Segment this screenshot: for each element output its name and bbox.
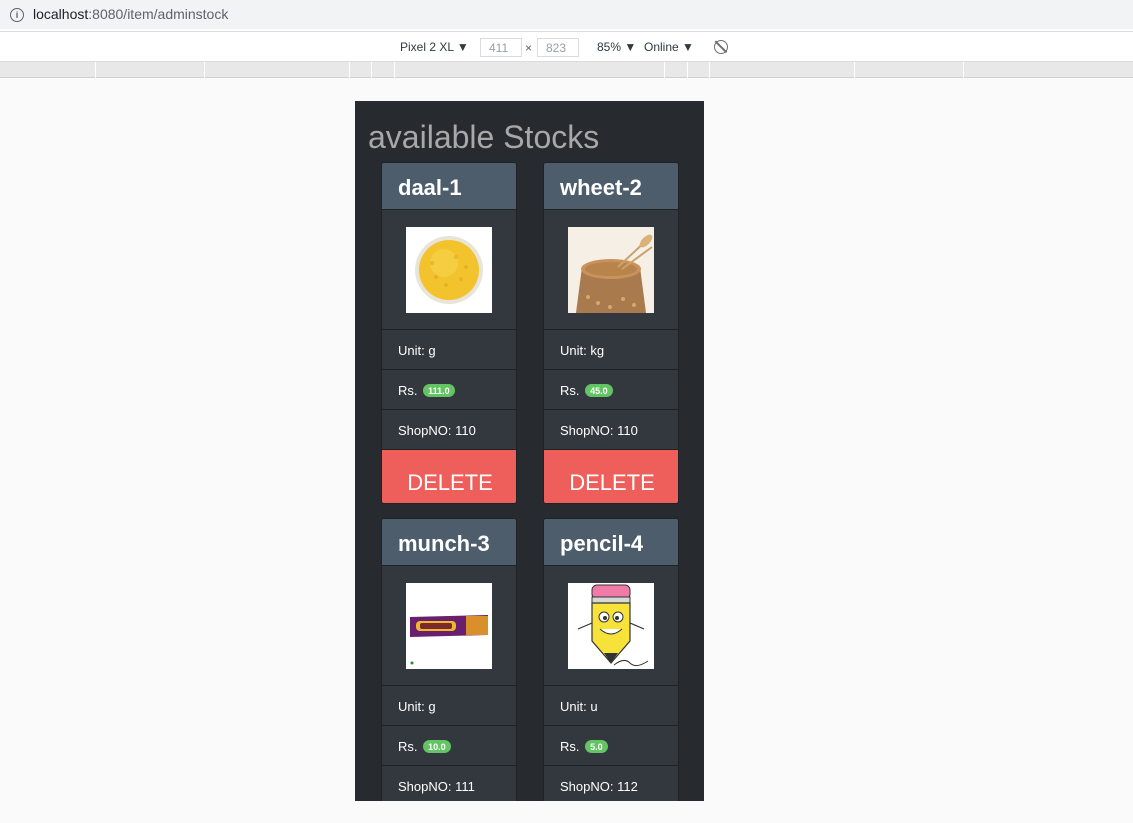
url-text[interactable]: localhost:8080/item/adminstock (33, 6, 228, 22)
zoom-select[interactable]: 85% ▼ (597, 40, 636, 54)
ruler-tick[interactable] (709, 62, 710, 78)
ruler-tick[interactable] (394, 62, 395, 78)
shop-row: ShopNO: 111 (382, 766, 516, 801)
stock-card: wheet-2 Unit: kg Rs. 45.0 ShopNO: 110 DE… (543, 162, 679, 504)
price-badge: 111.0 (423, 384, 455, 397)
unit-row: Unit: u (544, 686, 678, 726)
price-prefix: Rs. (398, 383, 418, 398)
device-toolbar: Pixel 2 XL ▼ 411 × 823 85% ▼ Online ▼ (0, 31, 1133, 62)
unit-row: Unit: g (382, 686, 516, 726)
card-title: daal-1 (382, 163, 516, 210)
card-image-area (544, 210, 678, 330)
device-width-input[interactable]: 411 (480, 38, 522, 57)
product-image (568, 583, 654, 669)
unit-row: Unit: g (382, 330, 516, 370)
browser-address-bar: i localhost:8080/item/adminstock (0, 0, 1133, 31)
card-title: wheet-2 (544, 163, 678, 210)
price-badge: 5.0 (585, 740, 608, 753)
stock-card: pencil-4 Unit: u Rs. 5.0 ShopNO: 112 (543, 518, 679, 801)
ruler-tick[interactable] (95, 62, 96, 78)
url-field[interactable]: i localhost:8080/item/adminstock (0, 0, 1133, 29)
price-row: Rs. 111.0 (382, 370, 516, 410)
url-path: :8080/item/adminstock (88, 6, 229, 22)
price-row: Rs. 5.0 (544, 726, 678, 766)
price-prefix: Rs. (398, 739, 418, 754)
card-image-area (544, 566, 678, 686)
url-host: localhost (33, 6, 89, 22)
ruler-tick[interactable] (664, 62, 665, 78)
media-query-ruler (0, 62, 1133, 78)
stock-card: munch-3 Unit: g Rs. 10.0 ShopNO: 111 (381, 518, 517, 801)
page-title: available Stocks (368, 119, 600, 155)
delete-button[interactable]: DELETE (544, 450, 678, 503)
info-icon[interactable]: i (10, 8, 24, 22)
dimension-separator: × (525, 41, 533, 55)
device-viewport: available Stocks daal-1 Unit: g Rs. 111.… (355, 101, 704, 801)
stock-card: daal-1 Unit: g Rs. 111.0 ShopNO: 110 DEL… (381, 162, 517, 504)
ruler-tick[interactable] (204, 62, 205, 78)
product-image (406, 227, 492, 313)
ruler-tick[interactable] (687, 62, 688, 78)
shop-row: ShopNO: 112 (544, 766, 678, 801)
card-title: pencil-4 (544, 519, 678, 566)
price-badge: 45.0 (585, 384, 613, 397)
price-prefix: Rs. (560, 739, 580, 754)
device-height-input[interactable]: 823 (537, 38, 579, 57)
product-image (406, 583, 492, 669)
card-title: munch-3 (382, 519, 516, 566)
product-image (568, 227, 654, 313)
price-row: Rs. 45.0 (544, 370, 678, 410)
card-image-area (382, 566, 516, 686)
ruler-tick[interactable] (963, 62, 964, 78)
device-select[interactable]: Pixel 2 XL ▼ (400, 40, 469, 54)
rotate-icon[interactable] (714, 40, 728, 54)
shop-row: ShopNO: 110 (544, 410, 678, 450)
price-prefix: Rs. (560, 383, 580, 398)
ruler-tick[interactable] (854, 62, 855, 78)
unit-row: Unit: kg (544, 330, 678, 370)
price-row: Rs. 10.0 (382, 726, 516, 766)
price-badge: 10.0 (423, 740, 451, 753)
network-throttle-select[interactable]: Online ▼ (644, 40, 694, 54)
ruler-tick[interactable] (371, 62, 372, 78)
ruler-tick[interactable] (349, 62, 350, 78)
card-image-area (382, 210, 516, 330)
delete-button[interactable]: DELETE (382, 450, 516, 503)
shop-row: ShopNO: 110 (382, 410, 516, 450)
